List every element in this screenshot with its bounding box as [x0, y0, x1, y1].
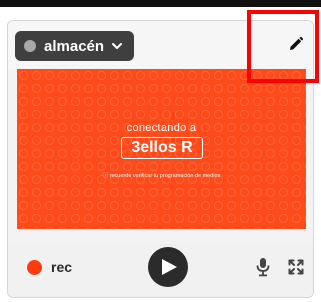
- video-preview: conectando a 3ellos R ⓘ recuerde verific…: [17, 69, 306, 229]
- play-icon: [162, 259, 177, 275]
- camera-card: almacén conectando a 3ellos R ⓘ recuerde…: [7, 20, 314, 298]
- source-label: almacén: [44, 37, 105, 55]
- record-button[interactable]: [27, 260, 42, 275]
- connecting-text: conectando a: [126, 122, 197, 134]
- pencil-icon[interactable]: [288, 36, 304, 52]
- play-button[interactable]: [148, 247, 188, 287]
- status-dot: [24, 40, 36, 52]
- expand-icon[interactable]: [288, 259, 304, 275]
- brand-logo: 3ellos R: [121, 137, 203, 159]
- source-dropdown[interactable]: almacén: [15, 31, 134, 61]
- controls-bar: rec: [8, 243, 313, 297]
- microphone-icon[interactable]: [256, 257, 270, 277]
- card-header: almacén: [8, 21, 313, 69]
- record-label[interactable]: rec: [51, 259, 72, 275]
- chevron-down-icon: [112, 43, 122, 49]
- top-bar: [0, 0, 321, 7]
- notice-text: ⓘ recuerde verificar tu programación de …: [102, 173, 221, 179]
